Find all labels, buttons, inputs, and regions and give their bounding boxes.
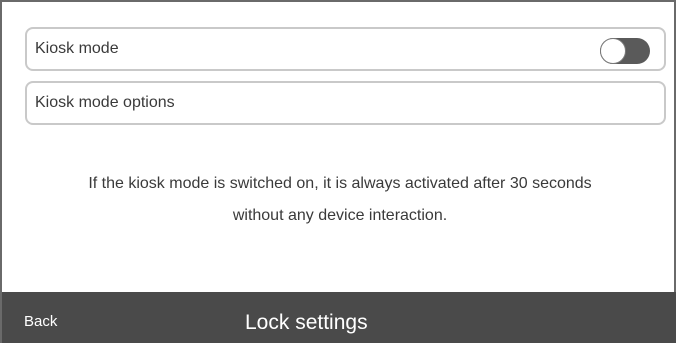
footer-bar: Back Lock settings: [2, 292, 676, 343]
toggle-knob-icon: [600, 38, 626, 64]
info-line-1: If the kiosk mode is switched on, it is …: [88, 175, 592, 192]
lock-settings-screen: Kiosk mode Kiosk mode options If the kio…: [0, 0, 676, 343]
kiosk-mode-label: Kiosk mode: [35, 40, 119, 57]
page-title: Lock settings: [245, 311, 368, 334]
kiosk-mode-row[interactable]: Kiosk mode: [25, 27, 666, 71]
info-line-2: without any device interaction.: [232, 207, 448, 224]
kiosk-mode-options-label: Kiosk mode options: [35, 94, 175, 111]
kiosk-info-text: If the kiosk mode is switched on, it is …: [2, 168, 676, 232]
kiosk-mode-options-row[interactable]: Kiosk mode options: [25, 81, 666, 125]
back-button[interactable]: Back: [24, 292, 57, 343]
kiosk-mode-toggle[interactable]: [600, 38, 650, 64]
